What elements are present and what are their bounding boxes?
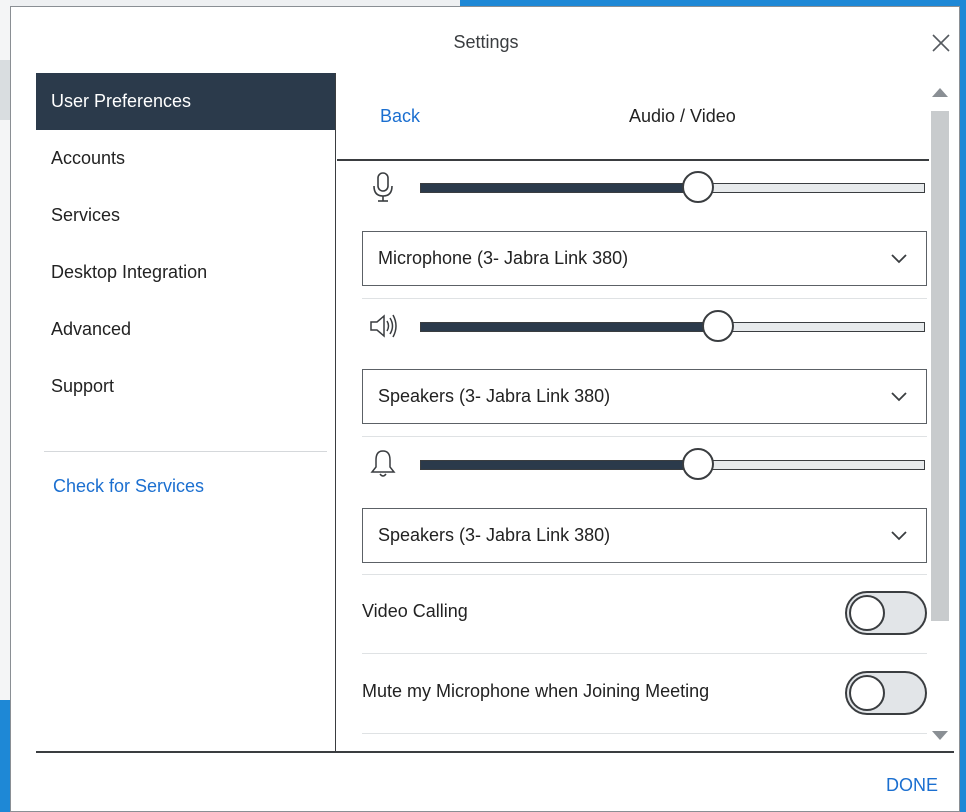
sidebar-item-advanced[interactable]: Advanced [36,301,335,358]
video-calling-label: Video Calling [362,601,468,621]
sidebar-divider [44,451,327,452]
speaker-device-select[interactable]: Speakers (3- Jabra Link 380) [362,369,927,424]
mute-mic-joining-row: Mute my Microphone when Joining Meeting [362,663,927,723]
ringer-device-select[interactable]: Speakers (3- Jabra Link 380) [362,508,927,563]
microphone-device-select[interactable]: Microphone (3- Jabra Link 380) [362,231,927,286]
speaker-volume-slider[interactable] [420,322,925,332]
sidebar-item-desktop-integration[interactable]: Desktop Integration [36,244,335,301]
microphone-volume-row [362,163,927,211]
mute-mic-joining-toggle[interactable] [845,671,927,715]
back-link[interactable]: Back [380,106,420,127]
ringer-volume-row [362,440,927,488]
panel-header: Back Audio / Video [337,73,929,161]
sidebar-item-user-preferences[interactable]: User Preferences [36,73,335,130]
chevron-down-icon [891,392,907,402]
speaker-volume-row [362,302,927,350]
bell-icon [370,450,396,477]
background-app-left [0,0,10,812]
row-separator [362,653,927,654]
microphone-device-value: Microphone (3- Jabra Link 380) [378,248,629,268]
row-separator [362,733,927,734]
microphone-volume-slider[interactable] [420,183,925,193]
microphone-icon [373,172,393,202]
ringer-volume-thumb[interactable] [681,448,714,480]
ringer-volume-slider[interactable] [420,460,925,470]
microphone-volume-thumb[interactable] [681,171,714,203]
scroll-thumb[interactable] [931,111,949,621]
row-separator [362,298,927,299]
video-calling-toggle[interactable] [845,591,927,635]
next-toggle-row-partial [362,738,927,751]
settings-dialog: Settings User Preferences Accounts Servi… [10,6,960,812]
sidebar-item-accounts[interactable]: Accounts [36,130,335,187]
mute-mic-joining-label: Mute my Microphone when Joining Meeting [362,681,710,701]
chevron-down-icon [891,531,907,541]
sidebar-item-services[interactable]: Services [36,187,335,244]
settings-sidebar: User Preferences Accounts Services Deskt… [36,73,336,751]
scroll-down-arrow-icon[interactable] [929,729,951,743]
close-button[interactable] [929,31,953,55]
speaker-volume-thumb[interactable] [701,310,734,342]
panel-scrollbar[interactable] [929,81,951,751]
video-calling-row: Video Calling [362,583,927,643]
audio-video-panel: Back Audio / Video Microphone (3- Jabra … [337,73,929,751]
dialog-title: Settings [453,32,519,52]
row-separator [362,574,927,575]
check-for-services-link[interactable]: Check for Services [36,476,335,497]
done-button[interactable]: DONE [886,775,938,796]
close-x-icon [932,34,950,52]
speaker-icon [370,314,397,338]
scroll-up-arrow-icon[interactable] [929,85,951,99]
panel-title: Audio / Video [629,106,736,126]
row-separator [362,436,927,437]
footer-divider [36,751,954,753]
speaker-device-value: Speakers (3- Jabra Link 380) [378,386,611,406]
sidebar-item-support[interactable]: Support [36,358,335,415]
ringer-device-value: Speakers (3- Jabra Link 380) [378,525,611,545]
chevron-down-icon [891,254,907,264]
